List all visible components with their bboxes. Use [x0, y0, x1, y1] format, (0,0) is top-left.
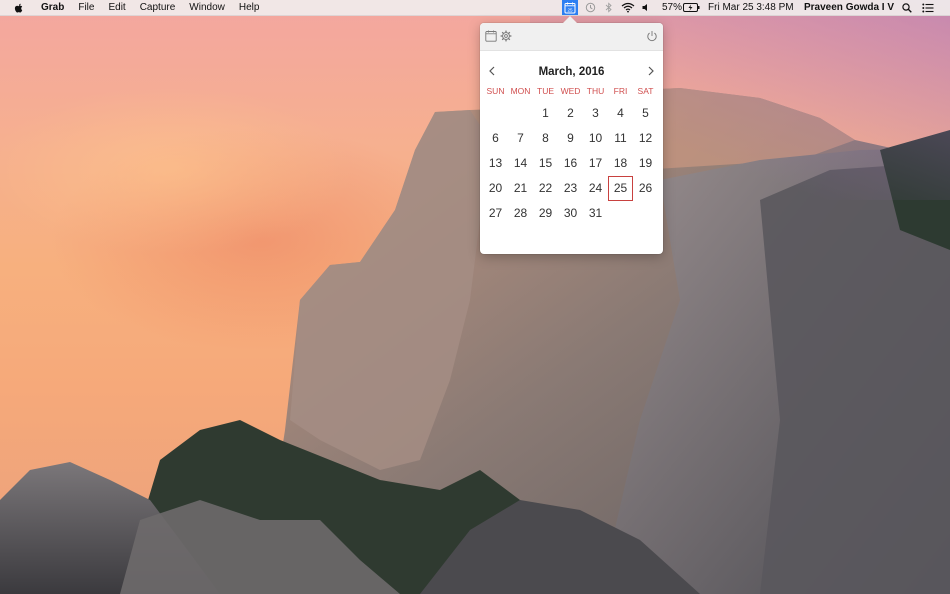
- calendar-day[interactable]: 21: [508, 176, 533, 201]
- calendar-day[interactable]: 11: [608, 126, 633, 151]
- calendar-day[interactable]: 12: [633, 126, 658, 151]
- quit-button[interactable]: [645, 29, 659, 43]
- calendar-day[interactable]: 28: [508, 201, 533, 226]
- fast-user-switch[interactable]: Praveen Gowda I V: [804, 0, 894, 15]
- calendar-day[interactable]: 1: [533, 101, 558, 126]
- calendar-status-item[interactable]: 25: [562, 0, 578, 15]
- calendar-day[interactable]: 22: [533, 176, 558, 201]
- calendar-day[interactable]: 17: [583, 151, 608, 176]
- weekday-mon: MON: [510, 86, 531, 96]
- weekday-sat: SAT: [637, 86, 654, 96]
- calendar-day[interactable]: 6: [483, 126, 508, 151]
- calendar-day[interactable]: 3: [583, 101, 608, 126]
- menu-file[interactable]: File: [78, 0, 94, 15]
- spotlight-icon[interactable]: [900, 0, 914, 15]
- chevron-right-icon: [648, 66, 654, 76]
- calendar-day[interactable]: 8: [533, 126, 558, 151]
- notification-center-icon[interactable]: [920, 0, 936, 15]
- calendar-day[interactable]: 26: [633, 176, 658, 201]
- open-calendar-button[interactable]: [484, 29, 498, 43]
- popover-arrow: [563, 16, 577, 23]
- calendar-day[interactable]: 7: [508, 126, 533, 151]
- calendar-day[interactable]: 29: [533, 201, 558, 226]
- menu-window[interactable]: Window: [189, 0, 225, 15]
- calendar-day[interactable]: 16: [558, 151, 583, 176]
- calendar-day[interactable]: 23: [558, 176, 583, 201]
- calendar-day[interactable]: 31: [583, 201, 608, 226]
- calendar-day[interactable]: 5: [633, 101, 658, 126]
- calendar-day[interactable]: 24: [583, 176, 608, 201]
- calendar-day[interactable]: 4: [608, 101, 633, 126]
- calendar-day[interactable]: 15: [533, 151, 558, 176]
- weekday-tue: TUE: [537, 86, 554, 96]
- menu-clock[interactable]: Fri Mar 25 3:48 PM: [708, 0, 794, 15]
- weekday-sun: SUN: [486, 86, 505, 96]
- calendar-day-today[interactable]: 25: [608, 176, 633, 201]
- menu-capture[interactable]: Capture: [140, 0, 176, 15]
- weekday-fri: FRI: [613, 86, 628, 96]
- calendar-day[interactable]: 2: [558, 101, 583, 126]
- month-title: March, 2016: [538, 66, 605, 78]
- calendar-day[interactable]: 30: [558, 201, 583, 226]
- settings-button[interactable]: [499, 29, 513, 43]
- menu-help[interactable]: Help: [239, 0, 260, 15]
- wifi-icon[interactable]: [620, 0, 636, 15]
- calendar-day[interactable]: 20: [483, 176, 508, 201]
- apple-icon[interactable]: [13, 2, 25, 14]
- calendar-day[interactable]: 18: [608, 151, 633, 176]
- weekday-wed: WED: [560, 86, 581, 96]
- calendar-day[interactable]: 13: [483, 151, 508, 176]
- calendar-day[interactable]: 14: [508, 151, 533, 176]
- weekday-thu: THU: [586, 86, 605, 96]
- calendar-icon: [485, 30, 497, 42]
- power-icon: [647, 31, 657, 42]
- calendar-day[interactable]: 27: [483, 201, 508, 226]
- calendar-status-icon: 25: [564, 2, 576, 13]
- menu-edit[interactable]: Edit: [108, 0, 125, 15]
- popover-toolbar: [480, 23, 663, 51]
- battery-percentage: 57%: [662, 2, 683, 13]
- battery-icon[interactable]: [682, 0, 700, 15]
- calendar-day[interactable]: 9: [558, 126, 583, 151]
- next-month-button[interactable]: [645, 65, 657, 77]
- menu-bar: Grab File Edit Capture Window Help 25 57…: [0, 0, 950, 16]
- menu-app-name[interactable]: Grab: [41, 0, 64, 15]
- bluetooth-icon[interactable]: [603, 0, 615, 15]
- desktop-wallpaper: [0, 0, 950, 594]
- gear-icon: [500, 30, 512, 42]
- calendar-status-day: 25: [567, 7, 573, 12]
- calendar-day[interactable]: 10: [583, 126, 608, 151]
- half-dome-mountain: [0, 88, 950, 594]
- calendar-day[interactable]: 19: [633, 151, 658, 176]
- volume-icon[interactable]: [641, 0, 651, 15]
- calendar-popover: March, 2016 SUN MON TUE WED THU FRI SAT …: [480, 23, 663, 254]
- time-machine-icon[interactable]: [583, 0, 597, 15]
- menu-bar-left: Grab File Edit Capture Window Help: [0, 0, 273, 15]
